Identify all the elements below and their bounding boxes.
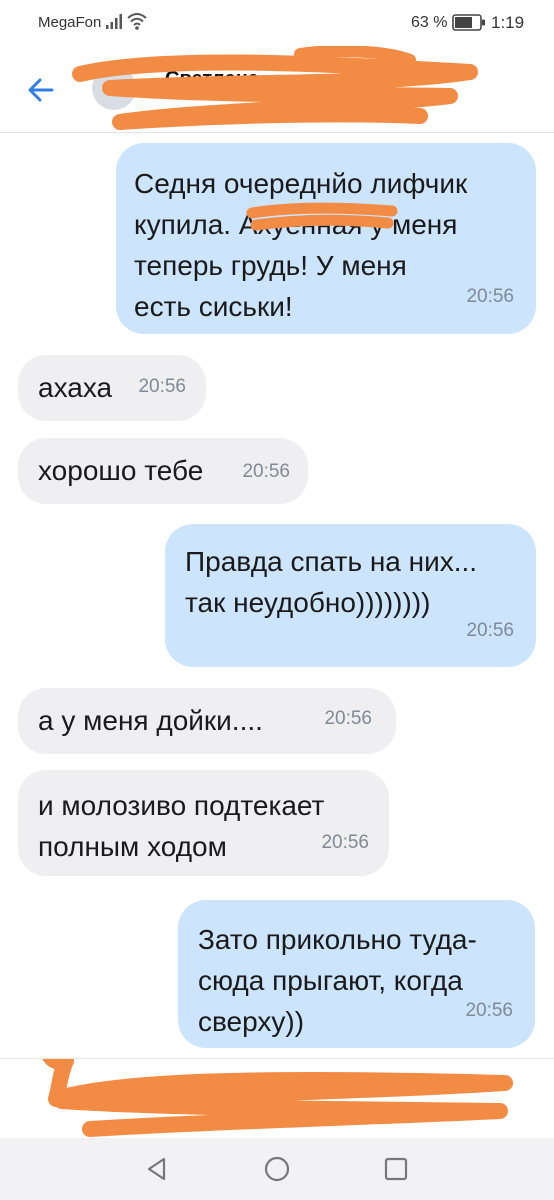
status-bar: MegaFon 63 % 1:19 (0, 0, 554, 46)
incoming-message[interactable]: ахаха 20:56 (18, 355, 206, 421)
message-timestamp: 20:56 (466, 620, 514, 641)
message-timestamp: 20:56 (466, 286, 514, 307)
incoming-message[interactable]: и молозиво подтекает полным ходом 20:56 (18, 770, 389, 876)
recents-square-icon[interactable] (381, 1154, 411, 1184)
signal-icon (106, 14, 122, 29)
message-timestamp: 20:56 (465, 1000, 513, 1021)
wifi-icon (127, 13, 147, 30)
outgoing-message[interactable]: Седня очереднйо лифчик купила. Ахуенная … (116, 143, 536, 334)
carrier-name: MegaFon (38, 14, 102, 31)
message-timestamp: 20:56 (242, 461, 290, 482)
system-nav-bar (0, 1138, 554, 1200)
message-timestamp: 20:56 (321, 832, 369, 853)
contact-name[interactable]: Светлана (165, 68, 259, 91)
outgoing-message[interactable]: Правда спать на них... так неудобно)))))… (165, 524, 536, 667)
message-input[interactable] (60, 1077, 404, 1123)
message-list[interactable]: Седня очереднйо лифчик купила. Ахуенная … (0, 133, 554, 1058)
incoming-message[interactable]: а у меня дойки.... 20:56 (18, 688, 396, 754)
battery-icon (452, 14, 485, 31)
message-timestamp: 20:56 (138, 376, 186, 397)
avatar[interactable] (92, 66, 136, 110)
status-time: 1:19 (491, 13, 525, 32)
incoming-message[interactable]: хорошо тебе 20:56 (18, 438, 308, 504)
redaction-scribble (72, 46, 478, 130)
chat-header: Светлана (0, 46, 554, 133)
message-composer (0, 1058, 554, 1139)
arrow-left-icon[interactable] (22, 70, 62, 110)
message-text: и молозиво подтекает полным ходом (38, 790, 325, 862)
outgoing-message[interactable]: Зато прикольно туда- сюда прыгают, когда… (178, 900, 535, 1048)
message-text: Седня очереднйо лифчик купила. Ахуенная … (134, 168, 468, 322)
battery-percent: 63 % (411, 14, 448, 31)
home-circle-icon[interactable] (262, 1154, 292, 1184)
back-triangle-icon[interactable] (142, 1154, 172, 1184)
message-timestamp: 20:56 (324, 708, 372, 729)
